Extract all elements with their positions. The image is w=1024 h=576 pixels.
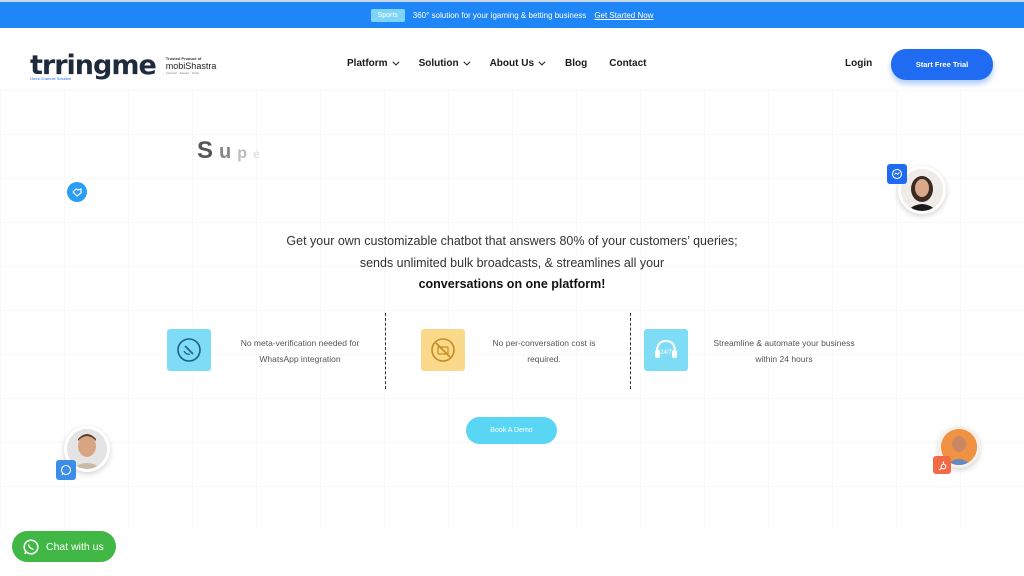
feature-line: required. (527, 354, 561, 364)
feature-line: WhatsApp integration (259, 354, 341, 364)
feature-line: Streamline & automate your business (713, 338, 855, 348)
svg-text:24/7: 24/7 (660, 350, 672, 356)
support-24-7-icon: 24/7 (644, 329, 688, 371)
partner-sub: Connect · Secure · Grow (165, 70, 199, 75)
feature-line: within 24 hours (755, 354, 813, 364)
feature-text: No per-conversation cost is required. (479, 335, 609, 367)
chevron-down-icon (462, 58, 471, 66)
no-verification-icon (167, 329, 211, 371)
feature-divider (630, 313, 631, 389)
nav-solution[interactable]: Solution (418, 58, 471, 69)
get-started-link[interactable]: Get Started Now (594, 11, 653, 20)
announcement-badge[interactable]: Sports (370, 8, 405, 22)
background-grid (0, 90, 1024, 530)
brand-logo[interactable]: trringme Omni Channel Solution Trusted P… (30, 48, 216, 82)
feature-line: No per-conversation cost is (492, 338, 596, 348)
typing-headline: Supe (197, 137, 266, 165)
feature-text: Streamline & automate your business with… (702, 335, 866, 367)
nav-label: Platform (347, 58, 388, 69)
typing-char: p (237, 145, 254, 162)
main-nav: Platform Solution About Us Blog Contact (347, 58, 668, 69)
hero-line-1: Get your own customizable chatbot that a… (286, 234, 738, 248)
nav-blog[interactable]: Blog (565, 58, 587, 69)
feature-divider (385, 313, 386, 389)
whatsapp-icon (23, 538, 39, 555)
no-cost-icon (421, 329, 465, 371)
messenger-icon (887, 164, 907, 184)
login-link[interactable]: Login (845, 58, 872, 69)
nav-contact[interactable]: Contact (609, 58, 646, 69)
typing-char: u (219, 141, 238, 163)
feature-no-verification: No meta-verification needed for WhatsApp… (167, 329, 375, 371)
chevron-down-icon (538, 58, 546, 66)
handshake-icon (67, 182, 87, 202)
feature-automate: 24/7 Streamline & automate your business… (644, 329, 866, 371)
brand-tagline: Omni Channel Solution (30, 75, 72, 81)
chat-label: Chat with us (46, 540, 104, 553)
hero-line-2: sends unlimited bulk broadcasts, & strea… (359, 255, 665, 270)
partner-name: mobiShastra (165, 60, 217, 71)
nav-label: Blog (565, 58, 588, 69)
partner-logo: Trusted Product of mobiShastra Connect ·… (166, 56, 217, 75)
chat-with-us-button[interactable]: Chat with us (12, 531, 116, 562)
nav-platform[interactable]: Platform (347, 58, 400, 69)
book-demo-button[interactable]: Book A Demo (466, 417, 557, 444)
nav-about-us[interactable]: About Us (489, 58, 546, 69)
announcement-text: 360° solution for your igaming & betting… (412, 10, 587, 20)
typing-char: e (253, 147, 266, 161)
feature-no-cost: No per-conversation cost is required. (421, 329, 609, 371)
nav-label: Solution (418, 58, 459, 69)
hubspot-icon (933, 456, 951, 474)
hero-line-3: conversations on one platform! (418, 277, 606, 291)
feature-line: No meta-verification needed for (240, 338, 360, 348)
start-free-trial-button[interactable]: Start Free Trial (891, 49, 993, 80)
hero-description: Get your own customizable chatbot that a… (262, 231, 762, 296)
typing-char: S (197, 137, 220, 164)
feature-text: No meta-verification needed for WhatsApp… (225, 335, 375, 367)
nav-label: About Us (489, 58, 535, 69)
chevron-down-icon (391, 58, 400, 66)
announcement-bar: Sports 360° solution for your igaming & … (0, 0, 1024, 28)
nav-label: Contact (609, 58, 647, 69)
whatsapp-icon (56, 460, 76, 480)
